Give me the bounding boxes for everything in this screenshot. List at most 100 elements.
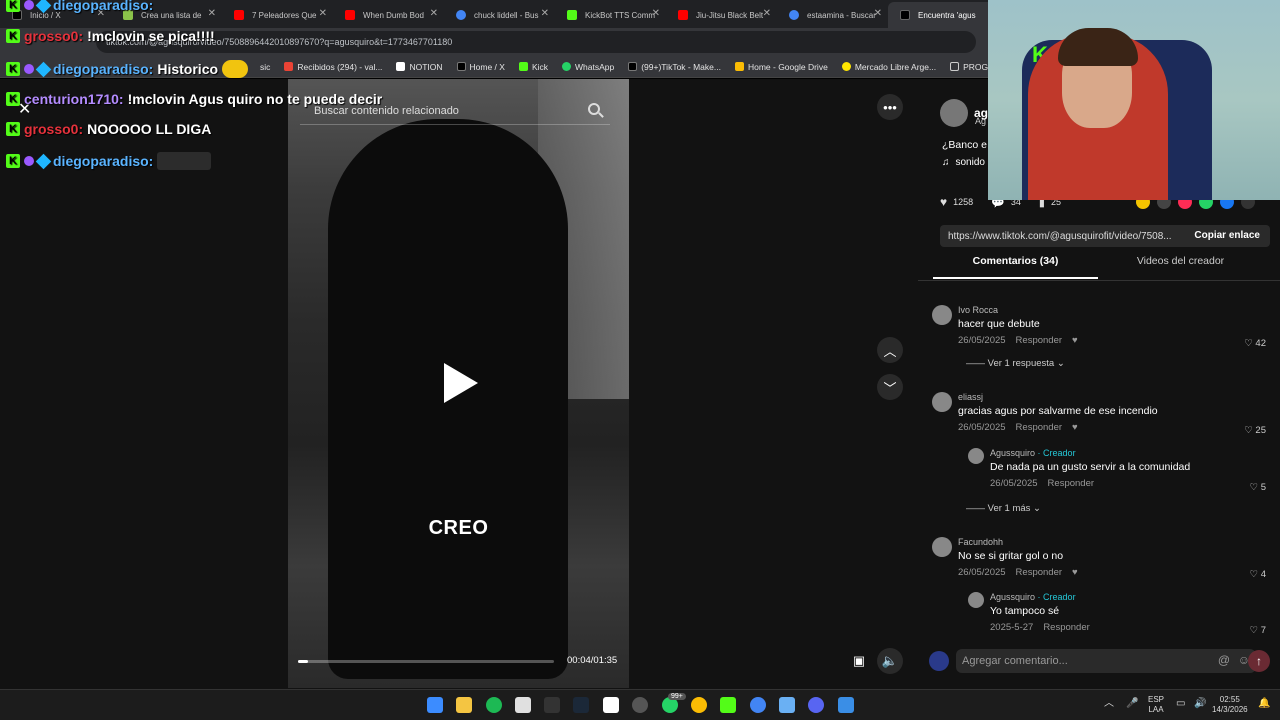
copy-link-button[interactable]: Copiar enlace [1194, 230, 1260, 241]
tab-creator-videos[interactable]: Videos del creador [1098, 255, 1263, 279]
bookmark-mercadolibre[interactable]: Mercado Libre Arge... [841, 62, 936, 72]
bookmark-notion[interactable]: NOTION [396, 62, 443, 72]
video-progress-bar[interactable] [298, 660, 554, 663]
chat-username: grosso0: [24, 28, 84, 44]
x-logo-icon [456, 62, 466, 71]
reply-like[interactable]: ♡ 7 [1250, 625, 1266, 636]
chrome-icon[interactable] [691, 697, 707, 713]
reply-like[interactable]: ♡ 5 [1250, 482, 1266, 493]
creator-avatar[interactable] [968, 448, 984, 464]
close-icon[interactable]: ✕ [541, 8, 549, 19]
commenter-avatar[interactable] [932, 305, 952, 325]
discord-icon[interactable] [808, 697, 824, 713]
store-icon[interactable] [515, 697, 531, 713]
sound-label: sonido [955, 157, 985, 168]
sound-row[interactable]: ♫ sonido [942, 157, 985, 168]
close-icon[interactable]: ✕ [208, 8, 216, 19]
shield-icon[interactable] [838, 697, 854, 713]
commenter-avatar[interactable] [932, 537, 952, 557]
tab-tiktok-active[interactable]: Encuentra 'agus [888, 2, 999, 28]
send-comment-button[interactable]: ↑ [1248, 650, 1270, 672]
notification-bell-icon[interactable]: 🔔 [1258, 699, 1270, 709]
close-icon[interactable]: ✕ [874, 8, 882, 19]
reply-button[interactable]: Responder [1048, 478, 1094, 489]
commenter-avatar[interactable] [932, 392, 952, 412]
bookmark-sic[interactable]: sic [260, 62, 270, 72]
epic-games-icon[interactable] [544, 697, 560, 713]
close-icon[interactable]: ✕ [652, 8, 660, 19]
url-field[interactable]: tiktok.com/@agusquiro/video/750889644201… [96, 31, 976, 53]
reply-button[interactable]: Responder [1016, 335, 1062, 346]
file-explorer-icon[interactable] [456, 697, 472, 713]
expand-replies-label: Ver 1 respuesta [987, 358, 1055, 369]
bookmark-kick[interactable]: Kick [518, 62, 548, 72]
comment-like[interactable]: ♡ 4 [1250, 569, 1266, 580]
bookmark-x[interactable]: Home / X [456, 62, 505, 72]
more-options-icon[interactable]: ••• [877, 94, 903, 120]
comment-like[interactable]: ♡ 42 [1244, 338, 1266, 349]
close-icon[interactable]: ✕ [763, 8, 771, 19]
tab-google-estaamina[interactable]: estaamina - Buscar ✕ [777, 2, 888, 28]
like-button[interactable]: ♥ 1258 [940, 195, 973, 209]
bookmark-folder-prog[interactable]: PROG [950, 62, 988, 72]
video-link-field[interactable]: https://www.tiktok.com/@agusquirofit/vid… [940, 225, 1270, 247]
search-icon[interactable] [588, 103, 600, 115]
bookmark-whatsapp[interactable]: WhatsApp [562, 62, 614, 72]
comment-username[interactable]: eliassj [958, 392, 1158, 402]
speaker-icon[interactable]: 🔊 [1194, 699, 1206, 709]
tab-youtube-jiujitsu[interactable]: Jiu-Jitsu Black Belt ✕ [666, 2, 777, 28]
comment-body: eliassj gracias agus por salvarme de ese… [958, 392, 1158, 433]
clock[interactable]: 02:55 14/3/2026 [1212, 695, 1248, 715]
comment-input[interactable]: Agregar comentario... @ ☺ [956, 649, 1256, 673]
close-icon[interactable]: ✕ [319, 8, 327, 19]
bookmark-gmail[interactable]: Recibidos (294) - val... [284, 62, 382, 72]
steam-icon[interactable] [573, 697, 589, 713]
chevron-up-icon[interactable]: ︿ [877, 337, 903, 363]
streamer-hair [1058, 28, 1138, 66]
google-icon [456, 10, 466, 20]
app-icon[interactable] [603, 697, 619, 713]
my-avatar[interactable] [929, 651, 949, 671]
windows-start-icon[interactable] [427, 697, 443, 713]
notepad-icon[interactable] [779, 697, 795, 713]
tab-youtube-peleadores[interactable]: 7 Peleadores Que ✕ [222, 2, 333, 28]
bookmark-tiktok[interactable]: (99+)TikTok - Make... [628, 62, 721, 72]
chevron-down-icon[interactable]: ﹀ [877, 374, 903, 400]
creator-avatar[interactable] [968, 592, 984, 608]
comment-username[interactable]: Facundohh [958, 537, 1078, 547]
comment-username[interactable]: Ivo Rocca [958, 305, 1078, 315]
chrome-active-icon[interactable] [750, 697, 766, 713]
tab-youtube-dumb[interactable]: When Dumb Bod ✕ [333, 2, 444, 28]
video-timecode: 00:04/01:35 [567, 655, 618, 666]
creator-tag: · Creador [1037, 592, 1076, 602]
reply-button[interactable]: Responder [1016, 567, 1062, 578]
microphone-icon[interactable]: 🎤 [1126, 699, 1138, 709]
play-icon[interactable] [444, 363, 478, 403]
tab-google-chuck[interactable]: chuck liddell - Bus ✕ [444, 2, 555, 28]
floating-player-icon[interactable]: ▣ [846, 648, 872, 674]
obs-icon[interactable] [632, 697, 648, 713]
reply-username[interactable]: Agussquiro [990, 448, 1035, 458]
video-caption: CREO [428, 517, 489, 539]
chat-message: !mclovin Agus quiro no te puede decir [127, 91, 383, 107]
volume-icon[interactable]: 🔈 [877, 648, 903, 674]
tray-chevron-icon[interactable]: ︿ [1104, 699, 1114, 709]
expand-more-button[interactable]: —— Ver 1 más ⌄ [966, 503, 1041, 514]
network-icon[interactable]: ▭ [1176, 699, 1185, 709]
comment-input-placeholder: Agregar comentario... [962, 655, 1068, 667]
kick-icon[interactable] [720, 697, 736, 713]
author-avatar[interactable] [940, 99, 968, 127]
reply-button[interactable]: Responder [1016, 422, 1062, 433]
bookmark-drive[interactable]: Home - Google Drive [734, 62, 828, 72]
windows-taskbar: 99+ ︿ 🎤 ESP LAA ▭ 🔊 02:55 14/3/2026 🔔 [0, 689, 1280, 720]
language-indicator[interactable]: ESP LAA [1148, 695, 1164, 715]
tab-kickbot[interactable]: KickBot TTS Comm ✕ [555, 2, 666, 28]
reply-button[interactable]: Responder [1043, 622, 1089, 633]
spotify-icon[interactable] [486, 697, 502, 713]
expand-replies-button[interactable]: —— Ver 1 respuesta ⌄ [966, 358, 1065, 369]
reply-username[interactable]: Agussquiro [990, 592, 1035, 602]
mention-icon[interactable]: @ [1218, 653, 1230, 667]
tab-comments[interactable]: Comentarios (34) [933, 255, 1098, 279]
comment-like[interactable]: ♡ 25 [1244, 425, 1266, 436]
close-icon[interactable]: ✕ [430, 8, 438, 19]
